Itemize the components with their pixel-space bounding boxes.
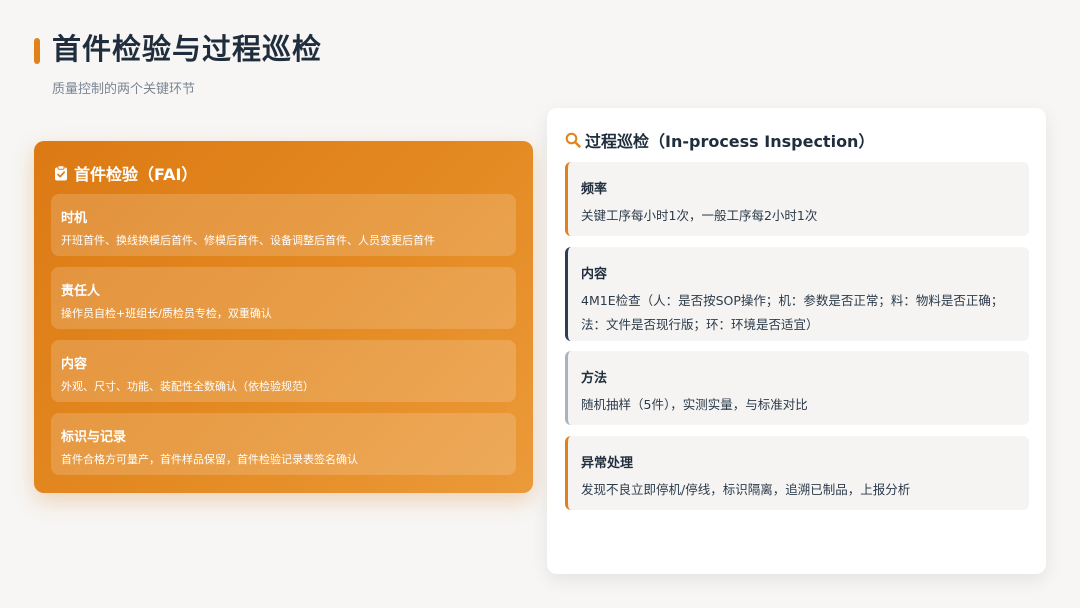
inspection-item-title: 内容 [581,267,608,282]
fai-item-content: 内容 外观、尺寸、功能、装配性全数确认（依检验规范） [51,340,516,402]
fai-item-timing: 时机 开班首件、换线换模后首件、修模后首件、设备调整后首件、人员变更后首件 [51,194,516,256]
title-accent-bar [34,38,40,64]
inspection-item-content: 内容 4M1E检查（人：是否按SOP操作；机：参数是否正常；料：物料是否正确； … [565,247,1029,341]
fai-item-text: 首件合格方可量产，首件样品保留，首件检验记录表签名确认 [61,453,358,466]
inspection-item-line: 关键工序每小时1次，一般工序每2小时1次 [581,208,818,223]
inspection-item-text: 4M1E检查（人：是否按SOP操作；机：参数是否正常；料：物料是否正确； 法：文… [581,289,1023,337]
search-icon [565,132,581,148]
fai-item-responsible: 责任人 操作员自检+班组长/质检员专检，双重确认 [51,267,516,329]
inspection-item-text: 关键工序每小时1次，一般工序每2小时1次 [581,204,1023,228]
fai-item-title: 标识与记录 [61,430,127,445]
page-subtitle: 质量控制的两个关键环节 [52,82,196,97]
fai-item-title: 责任人 [61,284,101,299]
fai-item-title: 时机 [61,211,88,226]
fai-item-record: 标识与记录 首件合格方可量产，首件样品保留，首件检验记录表签名确认 [51,413,516,475]
inspection-item-title: 方法 [581,371,608,386]
inspection-item-line: 随机抽样（5件），实测实量，与标准对比 [581,397,808,412]
fai-item-text: 开班首件、换线换模后首件、修模后首件、设备调整后首件、人员变更后首件 [61,234,435,247]
inspection-item-frequency: 频率 关键工序每小时1次，一般工序每2小时1次 [565,162,1029,236]
inspection-card: 过程巡检（In-process Inspection） 频率 关键工序每小时1次… [547,108,1046,574]
inspection-item-method: 方法 随机抽样（5件），实测实量，与标准对比 [565,351,1029,425]
inspection-item-text: 随机抽样（5件），实测实量，与标准对比 [581,393,1023,417]
inspection-title: 过程巡检（In-process Inspection） [585,132,875,151]
fai-item-text: 操作员自检+班组长/质检员专检，双重确认 [61,307,272,320]
clipboard-check-icon [54,165,68,181]
fai-title: 首件检验（FAI） [74,165,198,184]
fai-header: 首件检验（FAI） [54,161,197,185]
inspection-item-title: 频率 [581,182,608,197]
page-title: 首件检验与过程巡检 [52,32,323,66]
inspection-item-line: 4M1E检查（人：是否按SOP操作；机：参数是否正常；料：物料是否正确； [581,293,1004,308]
fai-item-text: 外观、尺寸、功能、装配性全数确认（依检验规范） [61,380,314,393]
inspection-item-line: 发现不良立即停机/停线，标识隔离，追溯已制品，上报分析 [581,482,911,497]
inspection-item-line: 法：文件是否现行版；环：环境是否适宜） [581,317,819,332]
inspection-header: 过程巡检（In-process Inspection） [565,128,874,152]
fai-item-title: 内容 [61,357,88,372]
inspection-item-exception: 异常处理 发现不良立即停机/停线，标识隔离，追溯已制品，上报分析 [565,436,1029,510]
inspection-item-text: 发现不良立即停机/停线，标识隔离，追溯已制品，上报分析 [581,478,1023,502]
inspection-item-title: 异常处理 [581,456,634,471]
fai-card: 首件检验（FAI） 时机 开班首件、换线换模后首件、修模后首件、设备调整后首件、… [34,141,533,493]
